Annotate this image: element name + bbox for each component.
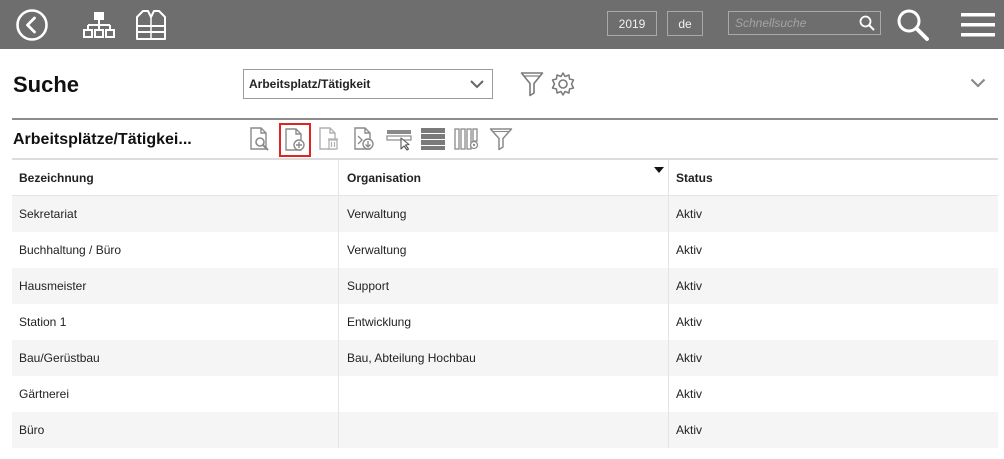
top-bar: 2019 de (0, 0, 1004, 49)
cell-bezeichnung: Buchhaltung / Büro (19, 243, 122, 257)
export-record-icon[interactable] (349, 122, 379, 156)
year-selector[interactable]: 2019 (607, 11, 657, 36)
delete-record-icon[interactable] (314, 122, 344, 156)
section-title: Arbeitsplätze/Tätigkei... (13, 131, 192, 148)
cell-organisation: Verwaltung (338, 196, 668, 232)
quick-search-input[interactable] (735, 14, 853, 32)
table-header: Bezeichnung Organisation Status (12, 158, 998, 196)
cell-status: Aktiv (668, 304, 998, 340)
results-table: Bezeichnung Organisation Status Sekretar… (12, 158, 998, 448)
filter-icon[interactable] (520, 71, 544, 102)
cell-organisation: Verwaltung (338, 232, 668, 268)
cell-status: Aktiv (668, 412, 998, 448)
quick-search (728, 11, 881, 35)
column-header-organisation[interactable]: Organisation (338, 160, 668, 195)
rows-layout-icon[interactable] (418, 122, 448, 156)
settings-gear-icon[interactable] (550, 71, 576, 102)
safety-vest-icon[interactable] (134, 0, 168, 49)
column-header-bezeichnung[interactable]: Bezeichnung (12, 160, 338, 195)
table-row[interactable]: Büro Aktiv (12, 412, 998, 448)
cell-bezeichnung: Büro (19, 423, 45, 437)
search-type-select[interactable]: Arbeitsplatz/Tätigkeit (243, 69, 493, 99)
advanced-search-icon[interactable] (894, 0, 932, 49)
page-title: Suche (13, 72, 80, 97)
table-row[interactable]: Bau/Gerüstbau Bau, Abteilung Hochbau Akt… (12, 340, 998, 376)
select-rows-icon[interactable] (384, 122, 414, 156)
collapse-chevron-icon[interactable] (970, 76, 986, 94)
table-row[interactable]: Gärtnerei Aktiv (12, 376, 998, 412)
chevron-down-icon (470, 77, 484, 94)
table-filter-icon[interactable] (486, 122, 516, 156)
search-icon[interactable] (859, 15, 875, 36)
cell-organisation: Support (338, 268, 668, 304)
language-selector[interactable]: de (667, 11, 703, 36)
table-row[interactable]: Hausmeister Support Aktiv (12, 268, 998, 304)
cell-status: Aktiv (668, 268, 998, 304)
cell-status: Aktiv (668, 196, 998, 232)
column-header-status[interactable]: Status (668, 160, 998, 195)
menu-icon[interactable] (960, 0, 996, 49)
section-divider (12, 118, 998, 120)
cell-bezeichnung: Gärtnerei (19, 387, 70, 401)
cell-bezeichnung: Hausmeister (19, 279, 87, 293)
cell-bezeichnung: Bau/Gerüstbau (19, 351, 100, 365)
org-chart-icon[interactable] (82, 0, 116, 49)
cell-organisation (338, 412, 668, 448)
cell-organisation (338, 376, 668, 412)
search-type-value: Arbeitsplatz/Tätigkeit (249, 77, 371, 91)
column-header-organisation-label: Organisation (347, 170, 422, 185)
back-icon[interactable] (14, 0, 50, 49)
cell-status: Aktiv (668, 340, 998, 376)
column-settings-icon[interactable] (452, 122, 482, 156)
cell-status: Aktiv (668, 232, 998, 268)
cell-bezeichnung: Station 1 (19, 315, 67, 329)
cell-organisation: Bau, Abteilung Hochbau (338, 340, 668, 376)
add-record-icon[interactable] (279, 123, 311, 157)
cell-status: Aktiv (668, 376, 998, 412)
cell-organisation: Entwicklung (338, 304, 668, 340)
sort-descending-icon (654, 167, 664, 173)
cell-bezeichnung: Sekretariat (19, 207, 78, 221)
table-row[interactable]: Buchhaltung / Büro Verwaltung Aktiv (12, 232, 998, 268)
view-record-icon[interactable] (245, 122, 275, 156)
table-row[interactable]: Sekretariat Verwaltung Aktiv (12, 196, 998, 232)
table-row[interactable]: Station 1 Entwicklung Aktiv (12, 304, 998, 340)
